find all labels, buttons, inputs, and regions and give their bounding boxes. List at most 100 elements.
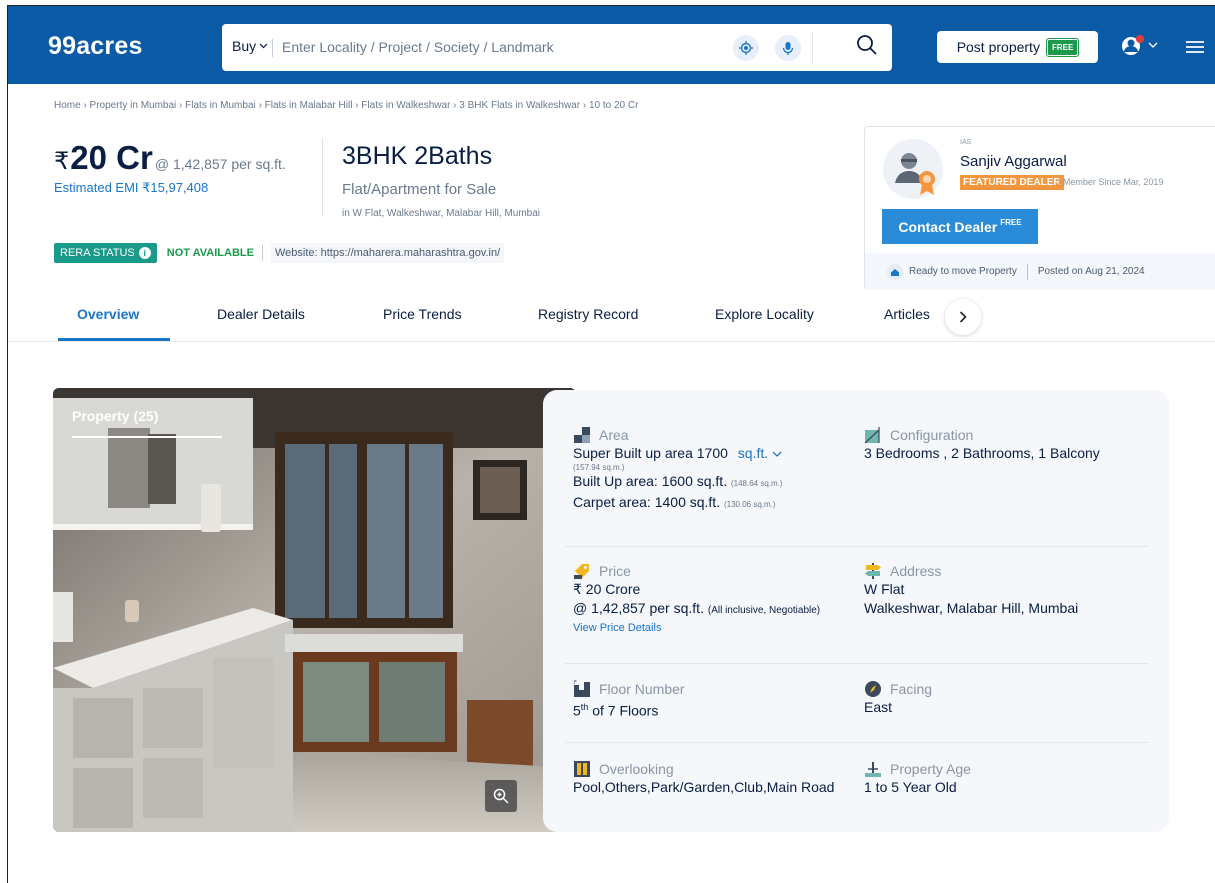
divider <box>565 663 1149 664</box>
contact-dealer-button[interactable]: Contact Dealer FREE <box>882 209 1038 244</box>
price-value: ₹ 20 Crore <box>573 581 641 597</box>
area-label: Area <box>599 427 629 443</box>
logo[interactable]: 99acres <box>48 32 143 61</box>
user-icon <box>1122 35 1144 55</box>
zoom-button[interactable] <box>485 780 517 812</box>
price-cell: Price ₹ 20 Crore @ 1,42,857 per sq.ft. (… <box>573 562 863 634</box>
area-unit: sq.ft. <box>737 445 769 461</box>
chevron-down-icon <box>772 451 782 457</box>
price-label: Price <box>599 563 631 579</box>
posted-date: Posted on Aug 21, 2024 <box>1037 266 1145 277</box>
property-photo <box>53 388 576 832</box>
property-age-cell: Property Age 1 to 5 Year Old <box>864 760 1154 797</box>
overlooking-label: Overlooking <box>599 761 674 777</box>
rera-value: NOT AVAILABLE <box>166 247 254 259</box>
rera-label[interactable]: RERA STATUS i <box>54 243 157 263</box>
view-price-details-link[interactable]: View Price Details <box>573 622 863 634</box>
floor-cell: F Floor Number 5th of 7 Floors <box>573 680 863 721</box>
price-per-sqft: @ 1,42,857 per sq.ft. <box>154 156 286 172</box>
search-button[interactable] <box>856 34 878 61</box>
currency-symbol: ₹ <box>54 148 70 175</box>
gallery-title-underline <box>72 436 222 438</box>
tab-explore-locality[interactable]: Explore Locality <box>715 306 814 322</box>
chevron-right-icon <box>959 311 967 323</box>
search-icon <box>857 35 877 55</box>
configuration-header: Configuration <box>864 426 1154 444</box>
featured-dealer-badge: FEATURED DEALER <box>960 175 1064 190</box>
svg-text:F: F <box>574 680 577 686</box>
dealer-card-footer: Ready to move Property Posted on Aug 21,… <box>865 253 1215 290</box>
dealer-tag: IAS <box>960 139 972 146</box>
area-cell: Area Super Built up area 1700 sq.ft. (15… <box>573 426 853 514</box>
address-header: Address <box>864 562 1154 580</box>
built-up-area: Built Up area: 1600 sq.ft. (148.64 sq.m.… <box>573 472 853 493</box>
tab-registry-record[interactable]: Registry Record <box>538 306 638 322</box>
tab-overview[interactable]: Overview <box>77 306 139 322</box>
facing-cell: Facing East <box>864 680 1154 717</box>
post-property-button[interactable]: Post property FREE <box>937 31 1098 63</box>
property-photo-gallery[interactable]: Property (25) <box>53 388 576 832</box>
overlooking-header: Overlooking <box>573 760 863 778</box>
facing-label: Facing <box>890 681 933 697</box>
price-tag-icon <box>574 564 589 579</box>
breadcrumb[interactable]: Home › Property in Mumbai › Flats in Mum… <box>54 100 638 111</box>
location-target-icon <box>739 41 753 55</box>
microphone-icon <box>782 41 794 55</box>
dealer-card: IAS Sanjiv Aggarwal FEATURED DEALER | Me… <box>864 126 1215 290</box>
contact-dealer-label: Contact Dealer <box>898 218 998 235</box>
super-built-up-area: Super Built up area 1700 sq.ft. <box>573 444 853 463</box>
dealer-avatar-icon <box>883 139 943 199</box>
address-label: Address <box>890 563 942 579</box>
buy-dropdown[interactable]: Buy <box>232 38 268 54</box>
user-menu[interactable] <box>1121 34 1158 56</box>
tab-articles[interactable]: Articles <box>884 306 930 322</box>
member-since: | Member Since Mar, 2019 <box>1058 177 1164 187</box>
buy-label: Buy <box>232 38 257 54</box>
property-type: Flat/Apartment for Sale <box>342 181 497 198</box>
tabs-next-button[interactable] <box>945 299 981 335</box>
hamburger-icon <box>1186 41 1204 53</box>
property-age-header: Property Age <box>864 760 1154 778</box>
facing-value: East <box>864 699 893 715</box>
carpet-area-sqm: (130.06 sq.m.) <box>723 500 776 509</box>
rera-label-text: RERA STATUS <box>60 247 135 259</box>
configuration-label: Configuration <box>890 427 974 443</box>
price-psf-text: @ 1,42,857 per sq.ft. <box>573 600 704 616</box>
free-badge: FREE <box>1045 37 1080 57</box>
tab-dealer-details[interactable]: Dealer Details <box>217 306 305 322</box>
home-icon <box>887 263 903 280</box>
overlooking-value: Pool,Others,Park/Garden,Club,Main Road <box>573 779 835 795</box>
divider <box>261 245 263 261</box>
divider <box>322 138 323 216</box>
divider <box>565 546 1149 547</box>
floor-header: F Floor Number <box>573 680 863 698</box>
voice-search-button[interactable] <box>775 35 801 61</box>
super-area-sqm: (157.94 sq.m.) <box>573 463 625 472</box>
hamburger-menu-button[interactable] <box>1186 40 1204 59</box>
area-header: Area <box>573 426 853 444</box>
configuration-icon <box>864 427 880 444</box>
price-per-sqft-detail: @ 1,42,857 per sq.ft. (All inclusive, Ne… <box>573 599 863 620</box>
tab-price-trends[interactable]: Price Trends <box>383 306 462 322</box>
property-location: in W Flat, Walkeshwar, Malabar Hill, Mum… <box>342 208 541 219</box>
price-note: (All inclusive, Negotiable) <box>707 605 821 616</box>
chevron-down-icon <box>259 43 268 49</box>
section-tabs: Overview Dealer Details Price Trends Reg… <box>8 296 1215 342</box>
area-unit-dropdown[interactable]: sq.ft. <box>738 445 782 461</box>
configuration-cell: Configuration 3 Bedrooms , 2 Bathrooms, … <box>864 426 1154 463</box>
emi-link[interactable]: Estimated EMI ₹15,97,408 <box>54 180 208 196</box>
price-value: 20 Cr <box>70 139 153 176</box>
built-area-sqm: (148.64 sq.m.) <box>730 479 783 488</box>
search-input[interactable] <box>282 33 712 61</box>
floor-suffix: th <box>580 702 589 712</box>
dealer-name[interactable]: Sanjiv Aggarwal <box>960 153 1067 170</box>
divider <box>1026 263 1028 280</box>
locate-me-button[interactable] <box>733 35 759 61</box>
listing-title: 3BHK 2Baths <box>342 142 493 170</box>
floor-icon: F <box>574 680 590 697</box>
free-badge: FREE <box>1000 218 1022 227</box>
possession-status: Ready to move Property <box>909 266 1017 277</box>
property-details-panel: Area Super Built up area 1700 sq.ft. (15… <box>543 390 1169 832</box>
page: 99acres Buy Post property FREE <box>7 5 1215 883</box>
rera-website[interactable]: Website: https://maharera.maharashtra.go… <box>270 243 505 263</box>
